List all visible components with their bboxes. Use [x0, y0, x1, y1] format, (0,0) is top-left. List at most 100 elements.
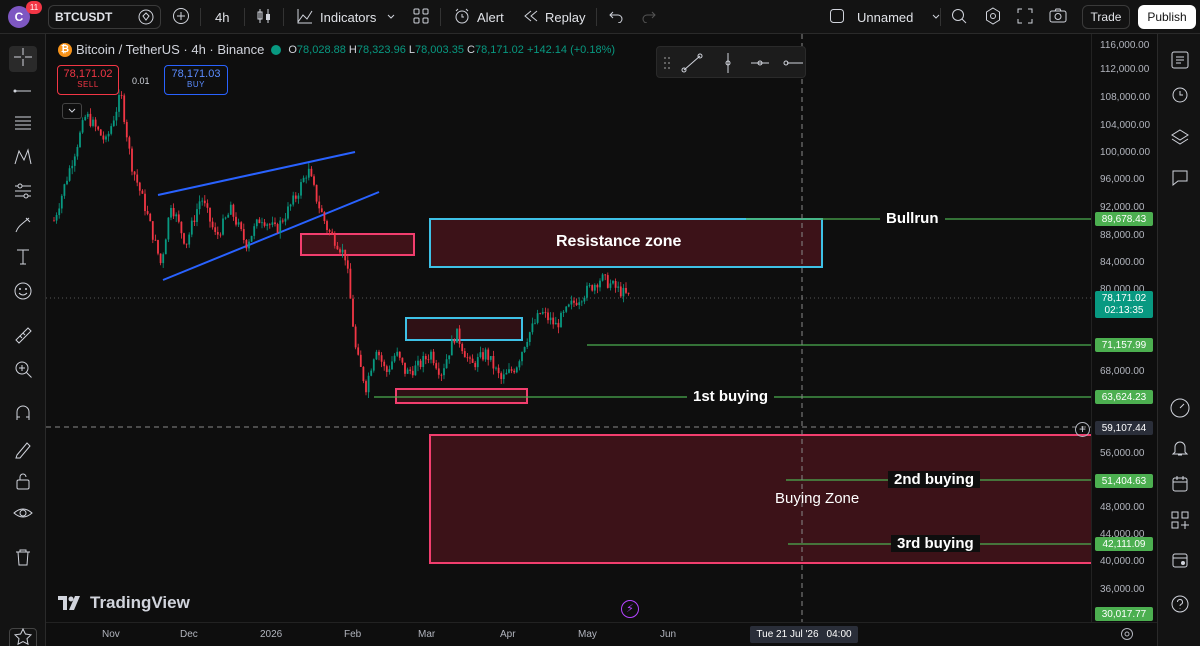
- symbol-title: Bitcoin / TetherUS · 4h · Binance: [76, 42, 265, 57]
- axis-settings-gear-icon[interactable]: [1120, 627, 1134, 646]
- price-tick: 48,000.00: [1100, 502, 1145, 513]
- fullscreen-button[interactable]: [1017, 6, 1033, 28]
- lightning-icon[interactable]: ⚡: [621, 600, 639, 618]
- brand-label: TradingView: [90, 593, 190, 612]
- measure-tool[interactable]: [9, 324, 37, 350]
- candle-body: [310, 168, 313, 177]
- candle-body: [318, 201, 321, 209]
- calendar-button[interactable]: [1168, 550, 1192, 574]
- pencil-lock-icon: [12, 438, 34, 465]
- remove-drawings-tool[interactable]: [9, 546, 37, 572]
- interval-button[interactable]: 4h: [215, 6, 229, 28]
- text-tool[interactable]: [9, 246, 37, 272]
- undo-button[interactable]: [608, 6, 624, 28]
- sell-button[interactable]: 78,171.02 SELL: [57, 65, 119, 95]
- price-tick: 36,000.00: [1100, 584, 1145, 595]
- price-tick: 88,000.00: [1100, 230, 1145, 241]
- brush-tool[interactable]: [9, 214, 37, 240]
- add-alert-plus-icon[interactable]: +: [1075, 422, 1090, 437]
- price-tick: 40,000.00: [1100, 556, 1145, 567]
- redo-button[interactable]: [641, 6, 657, 28]
- drag-handle-icon[interactable]: [664, 57, 670, 69]
- news-button[interactable]: [1168, 474, 1192, 498]
- time-tick: Jun: [660, 629, 677, 640]
- candle-body: [107, 133, 110, 137]
- symbol-search[interactable]: BTCUSDT: [48, 5, 161, 29]
- hide-drawings-tool[interactable]: [9, 502, 37, 528]
- candle-body: [271, 222, 274, 225]
- lock-icon: [12, 470, 34, 497]
- trading-panel-button[interactable]: [1168, 398, 1192, 422]
- fib-tool[interactable]: [9, 112, 37, 138]
- candle-body: [315, 184, 318, 202]
- candle-body: [110, 126, 113, 134]
- notifications-button[interactable]: [1168, 438, 1192, 462]
- tradingview-logo[interactable]: TradingView: [58, 593, 190, 613]
- vertical-line-icon[interactable]: [725, 53, 731, 73]
- sell-price: 78,171.02: [63, 68, 113, 80]
- chart-type-button[interactable]: [256, 6, 272, 28]
- right-sidebar: [1157, 34, 1200, 646]
- stay-drawing-tool[interactable]: [9, 438, 37, 464]
- indicators-button[interactable]: Indicators: [296, 6, 376, 28]
- price-axis[interactable]: 116,000.00 112,000.00 108,000.00 104,000.00…: [1091, 34, 1157, 622]
- crosshair-price-badge: 59,107.44: [1095, 421, 1153, 435]
- candle-body: [604, 274, 607, 276]
- candle-body: [118, 95, 120, 112]
- candle-body: [622, 287, 625, 297]
- candle-body: [536, 313, 539, 323]
- icon-tool[interactable]: [9, 280, 37, 306]
- price-tick: 84,000.00: [1100, 257, 1145, 268]
- pattern-tool[interactable]: [9, 146, 37, 172]
- snapshot-button[interactable]: [1049, 6, 1067, 28]
- replay-button[interactable]: Replay: [523, 6, 585, 28]
- alert-button[interactable]: Alert: [453, 6, 504, 28]
- plus-circle-icon: [172, 7, 190, 28]
- ohlc-values: O78,028.88 H78,323.96 L78,003.35 C78,171…: [288, 44, 615, 56]
- candle-body: [515, 367, 518, 373]
- settings-button[interactable]: [984, 6, 1002, 28]
- indicators-dropdown[interactable]: [386, 6, 396, 28]
- help-button[interactable]: [1168, 594, 1192, 618]
- candle-body: [539, 313, 542, 314]
- trend-line-icon[interactable]: [681, 53, 703, 73]
- candle-body: [357, 347, 360, 355]
- alerts-button[interactable]: [1168, 84, 1192, 108]
- crosshair-tool[interactable]: [9, 46, 37, 72]
- cross-line-icon[interactable]: [751, 60, 769, 66]
- watchlist-button[interactable]: [1168, 50, 1192, 74]
- trend-line-tool[interactable]: [9, 80, 37, 106]
- candle-body: [203, 200, 206, 204]
- price-plot: [46, 34, 1091, 622]
- trade-button[interactable]: Trade: [1082, 5, 1130, 29]
- candle-body: [521, 352, 523, 362]
- candle-body: [593, 284, 596, 291]
- zoom-tool[interactable]: [9, 358, 37, 384]
- lock-drawings-tool[interactable]: [9, 470, 37, 496]
- divider: [283, 8, 284, 26]
- layers-icon: [1170, 128, 1190, 153]
- compare-add-button[interactable]: [172, 6, 190, 28]
- chart-pane[interactable]: ₿ Bitcoin / TetherUS · 4h · Binance O78,…: [46, 34, 1091, 622]
- replay-label: Replay: [545, 9, 586, 25]
- buy-button[interactable]: 78,171.03 BUY: [164, 65, 228, 95]
- publish-button[interactable]: Publish: [1138, 5, 1196, 29]
- magnet-tool[interactable]: [9, 402, 37, 428]
- candle-body: [448, 355, 451, 360]
- object-tree-button[interactable]: [1168, 128, 1192, 152]
- horizontal-ray-icon[interactable]: [783, 60, 803, 66]
- templates-button[interactable]: [412, 6, 430, 28]
- collapse-legend-button[interactable]: [62, 103, 82, 119]
- favorites-tool[interactable]: [9, 627, 37, 646]
- first-buying-label: 1st buying: [687, 388, 775, 405]
- quick-search-button[interactable]: [950, 6, 968, 28]
- candle-body: [131, 148, 133, 172]
- candle-body: [627, 292, 630, 294]
- forecast-tool[interactable]: [9, 180, 37, 206]
- time-axis[interactable]: Nov Dec 2026 Feb Mar Apr May Jun Tue 21 Jul '26…: [46, 622, 1157, 646]
- layout-menu[interactable]: Unnamed: [829, 6, 941, 28]
- chats-button[interactable]: [1168, 168, 1192, 192]
- pine-editor-button[interactable]: [1168, 510, 1192, 534]
- symbol-label: BTCUSDT: [55, 10, 113, 24]
- time-tick: Mar: [418, 629, 436, 640]
